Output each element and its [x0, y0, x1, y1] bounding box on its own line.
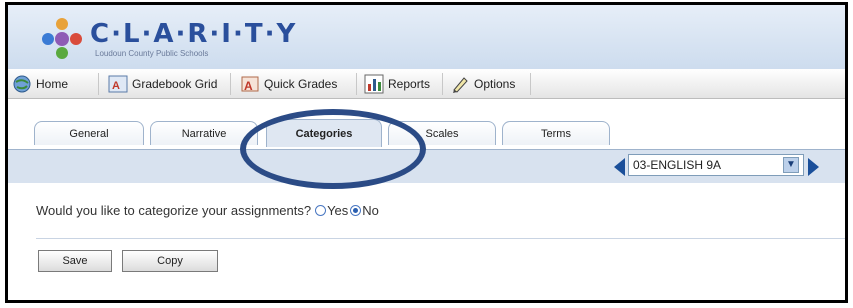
yes-radio[interactable] — [315, 204, 327, 216]
brand-subtitle: Loudoun County Public Schools — [95, 49, 209, 58]
menu-item-options[interactable]: Options — [450, 69, 515, 99]
menu-divider — [356, 73, 357, 95]
section-select[interactable]: 03-ENGLISH 9A ▼ — [628, 154, 804, 176]
menu-divider — [98, 73, 99, 95]
svg-text:A: A — [244, 79, 253, 93]
tab-scales[interactable]: Scales — [388, 121, 496, 145]
question-text: Would you like to categorize your assign… — [36, 202, 312, 218]
clarity-logo-icon — [42, 18, 82, 59]
menu-item-gradebook-grid[interactable]: A Gradebook Grid — [108, 69, 217, 99]
yes-label[interactable]: Yes — [327, 203, 348, 218]
save-button[interactable]: Save — [38, 250, 112, 272]
menu-item-quick-grades[interactable]: A Quick Grades — [240, 69, 337, 99]
quick-grades-icon: A — [241, 76, 259, 93]
tab-narrative[interactable]: Narrative — [150, 121, 258, 145]
copy-button[interactable]: Copy — [122, 250, 218, 272]
brand-name: C·L·A·R·I·T·Y — [90, 19, 298, 49]
no-radio[interactable] — [350, 204, 362, 216]
categorize-question: Would you like to categorize your assign… — [36, 200, 379, 220]
svg-text:A: A — [112, 80, 120, 92]
menu-divider — [442, 73, 443, 95]
app-header: C·L·A·R·I·T·Y Loudoun County Public Scho… — [8, 5, 845, 69]
menu-item-reports[interactable]: Reports — [364, 69, 430, 99]
tab-terms[interactable]: Terms — [502, 121, 610, 145]
menu-item-label: Quick Grades — [264, 77, 338, 91]
menu-divider — [530, 73, 531, 95]
tab-strip: General Narrative Categories Scales Term… — [8, 99, 845, 147]
tab-general[interactable]: General — [34, 121, 144, 145]
next-section-icon[interactable] — [808, 158, 819, 176]
tab-categories[interactable]: Categories — [266, 119, 382, 147]
bar-chart-icon — [364, 74, 384, 94]
menu-item-label: Options — [474, 77, 516, 91]
globe-icon — [13, 75, 31, 93]
divider — [36, 238, 845, 239]
section-select-value: 03-ENGLISH 9A — [633, 158, 722, 172]
menu-bar: Home A Gradebook Grid A Quick Grades Rep… — [8, 69, 845, 99]
chevron-down-icon[interactable]: ▼ — [783, 157, 799, 173]
menu-divider — [230, 73, 231, 95]
pencil-icon — [453, 77, 468, 93]
menu-item-label: Reports — [388, 77, 431, 91]
no-label[interactable]: No — [362, 203, 379, 218]
menu-item-home[interactable]: Home — [12, 69, 68, 99]
section-toolbar: 03-ENGLISH 9A ▼ — [8, 149, 845, 183]
gradebook-icon: A — [108, 75, 128, 93]
app-window: C·L·A·R·I·T·Y Loudoun County Public Scho… — [5, 2, 848, 303]
menu-item-label: Gradebook Grid — [132, 77, 218, 91]
previous-section-icon[interactable] — [614, 158, 625, 176]
menu-item-label: Home — [36, 77, 69, 91]
